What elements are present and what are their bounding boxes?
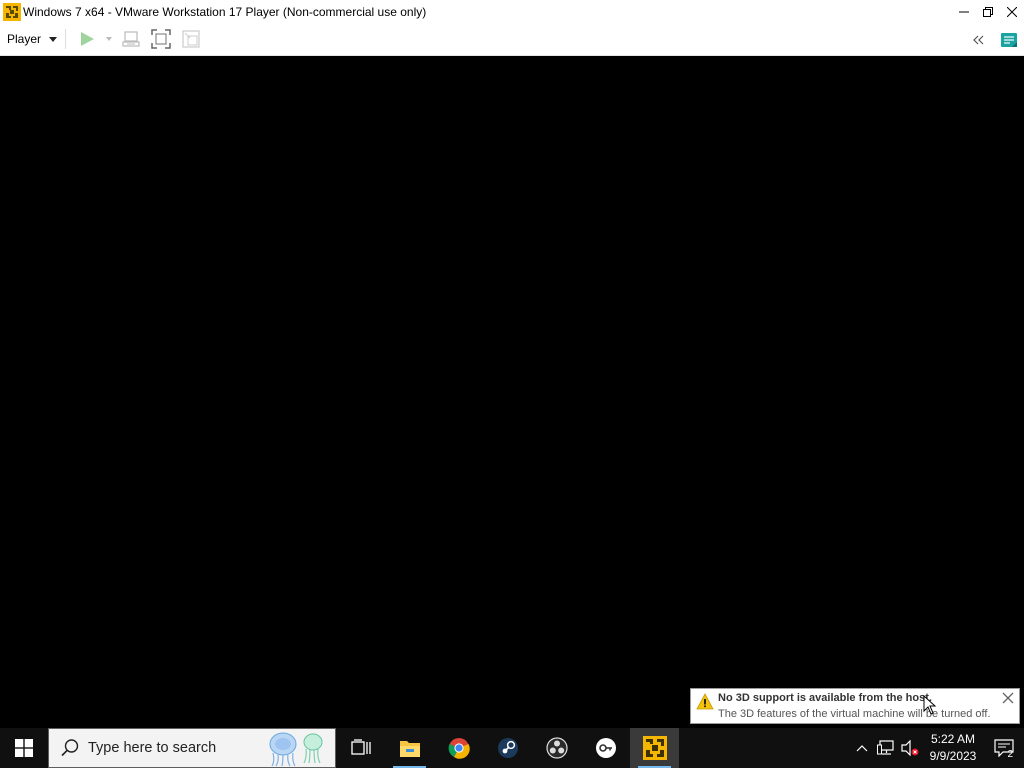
chrome-icon (448, 738, 470, 759)
taskbar-chrome[interactable] (434, 728, 483, 768)
taskbar-search-box[interactable]: Type here to search (48, 728, 336, 768)
vm-display[interactable] (0, 56, 1024, 728)
clock-time: 5:22 AM (930, 732, 976, 746)
notification-title: No 3D support is available from the host… (718, 692, 932, 704)
player-toolbar: Player (0, 23, 1024, 56)
chevron-up-icon (856, 745, 868, 752)
title-bar[interactable]: Windows 7 x64 - VMware Workstation 17 Pl… (0, 0, 1024, 23)
message-log-button[interactable] (994, 23, 1024, 56)
screen: Windows 7 x64 - VMware Workstation 17 Pl… (0, 0, 1024, 768)
collapse-icon (973, 35, 984, 44)
chevron-down-icon (106, 37, 113, 41)
mouse-cursor-icon (923, 695, 937, 715)
notification-body: The 3D features of the virtual machine w… (718, 708, 991, 720)
collapse-toolbar-button[interactable] (964, 23, 994, 56)
volume-muted-icon (901, 740, 919, 756)
steam-icon (497, 738, 518, 758)
fullscreen-icon (151, 29, 171, 49)
power-options-dropdown[interactable] (102, 23, 116, 56)
system-tray: 5:22 AM 9/9/2023 2 (850, 728, 1024, 768)
toolbar-divider (65, 29, 67, 49)
volume-tray-button[interactable] (898, 728, 922, 768)
power-on-button[interactable] (72, 23, 102, 56)
close-button[interactable] (1000, 0, 1024, 23)
jellyfish-search-highlight-icon (269, 732, 323, 767)
close-icon (1007, 6, 1017, 17)
chevron-down-icon (49, 36, 58, 42)
player-menu-label: Player (7, 32, 42, 46)
obs-icon (545, 737, 568, 759)
network-tray-button[interactable] (874, 728, 898, 768)
send-ctrl-alt-del-button[interactable] (116, 23, 146, 56)
network-icon (877, 740, 894, 755)
taskbar: Type here to search 5:22 AM 9/9/2023 2 (0, 728, 1024, 768)
action-center-button[interactable]: 2 (984, 728, 1024, 768)
file-explorer-icon (399, 741, 420, 757)
search-placeholder: Type here to search (88, 740, 217, 756)
play-icon (81, 32, 95, 46)
task-view-icon (350, 739, 371, 755)
unity-icon (182, 30, 200, 48)
minimize-icon (959, 11, 969, 12)
windows-logo-icon (15, 739, 33, 757)
task-view-button[interactable] (336, 728, 385, 768)
player-menu-button[interactable]: Player (0, 23, 65, 56)
close-icon[interactable] (1002, 692, 1014, 704)
search-icon (61, 739, 79, 757)
restore-button[interactable] (976, 0, 1000, 23)
restore-icon (983, 6, 993, 17)
show-hidden-icons-button[interactable] (850, 728, 874, 768)
system-clock[interactable]: 5:22 AM 9/9/2023 (922, 731, 984, 765)
notification-banner[interactable]: No 3D support is available from the host… (690, 688, 1020, 724)
vmware-icon (3, 2, 21, 21)
unity-button[interactable] (176, 23, 206, 56)
minimize-button[interactable] (952, 0, 976, 23)
taskbar-vmware-player[interactable] (630, 728, 679, 768)
vmware-player-icon (642, 736, 667, 760)
start-button[interactable] (0, 728, 48, 768)
clock-date: 9/9/2023 (929, 749, 977, 763)
taskbar-steam[interactable] (483, 728, 532, 768)
warning-icon (696, 693, 714, 710)
message-log-icon (1001, 32, 1017, 47)
fullscreen-button[interactable] (146, 23, 176, 56)
ctrl-alt-del-icon (122, 31, 140, 47)
notification-count-badge: 2 (1007, 749, 1013, 760)
window-title: Windows 7 x64 - VMware Workstation 17 Pl… (23, 4, 427, 19)
taskbar-obs[interactable] (532, 728, 581, 768)
taskbar-key-app[interactable] (581, 728, 630, 768)
taskbar-file-explorer[interactable] (385, 728, 434, 768)
keypass-icon (595, 738, 616, 758)
